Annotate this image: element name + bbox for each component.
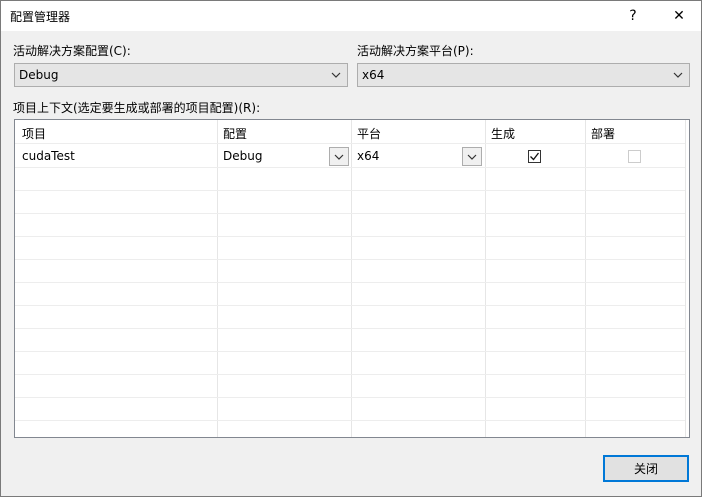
project-config-value[interactable]: Debug (223, 149, 262, 163)
help-button[interactable]: ? (611, 1, 655, 31)
row-divider (15, 213, 685, 214)
project-contexts-label: 项目上下文(选定要生成或部署的项目配置)(R): (13, 101, 261, 115)
dialog-title: 配置管理器 (10, 10, 71, 24)
project-name-cell: cudaTest (22, 149, 75, 163)
solution-config-dropdown[interactable]: Debug (14, 63, 348, 87)
chevron-down-icon (334, 154, 344, 160)
solution-platform-value: x64 (362, 68, 385, 82)
row-divider (15, 420, 685, 421)
row-divider (15, 143, 685, 144)
row-divider (15, 374, 685, 375)
solution-platform-dropdown[interactable]: x64 (357, 63, 690, 87)
column-header-project[interactable]: 项目 (22, 125, 46, 142)
solution-config-value: Debug (19, 68, 59, 82)
column-header-deploy[interactable]: 部署 (591, 125, 615, 142)
checkbox-checked-icon (530, 152, 540, 161)
row-divider (15, 397, 685, 398)
close-window-button[interactable]: ✕ (657, 1, 701, 31)
project-contexts-grid: 项目 配置 平台 生成 部署 cudaTest Debug x64 (14, 119, 690, 438)
close-button-label: 关闭 (633, 462, 658, 476)
project-config-dropdown-button[interactable] (329, 147, 349, 166)
solution-config-label: 活动解决方案配置(C): (13, 44, 131, 58)
row-divider (15, 282, 685, 283)
row-divider (15, 351, 685, 352)
solution-platform-label: 活动解决方案平台(P): (357, 44, 474, 58)
title-bar: 配置管理器 ? ✕ (1, 1, 701, 31)
chevron-down-icon (673, 72, 683, 78)
row-divider (15, 190, 685, 191)
chevron-down-icon (467, 154, 477, 160)
help-icon: ? (629, 8, 637, 24)
row-divider (15, 259, 685, 260)
row-divider (15, 236, 685, 237)
close-button[interactable]: 关闭 (603, 455, 689, 482)
project-platform-dropdown-button[interactable] (462, 147, 482, 166)
deploy-checkbox[interactable] (628, 150, 641, 163)
column-header-config[interactable]: 配置 (223, 125, 247, 142)
project-platform-value[interactable]: x64 (357, 149, 379, 163)
column-header-platform[interactable]: 平台 (357, 125, 381, 142)
chevron-down-icon (331, 72, 341, 78)
column-header-build[interactable]: 生成 (491, 125, 515, 142)
row-divider (15, 305, 685, 306)
row-divider (15, 167, 685, 168)
configuration-manager-dialog: 配置管理器 ? ✕ 活动解决方案配置(C): Debug 活动解决方案平台(P)… (0, 0, 702, 497)
close-icon: ✕ (673, 8, 685, 24)
grid-scroll-edge (685, 120, 689, 437)
build-checkbox[interactable] (528, 150, 541, 163)
row-divider (15, 328, 685, 329)
